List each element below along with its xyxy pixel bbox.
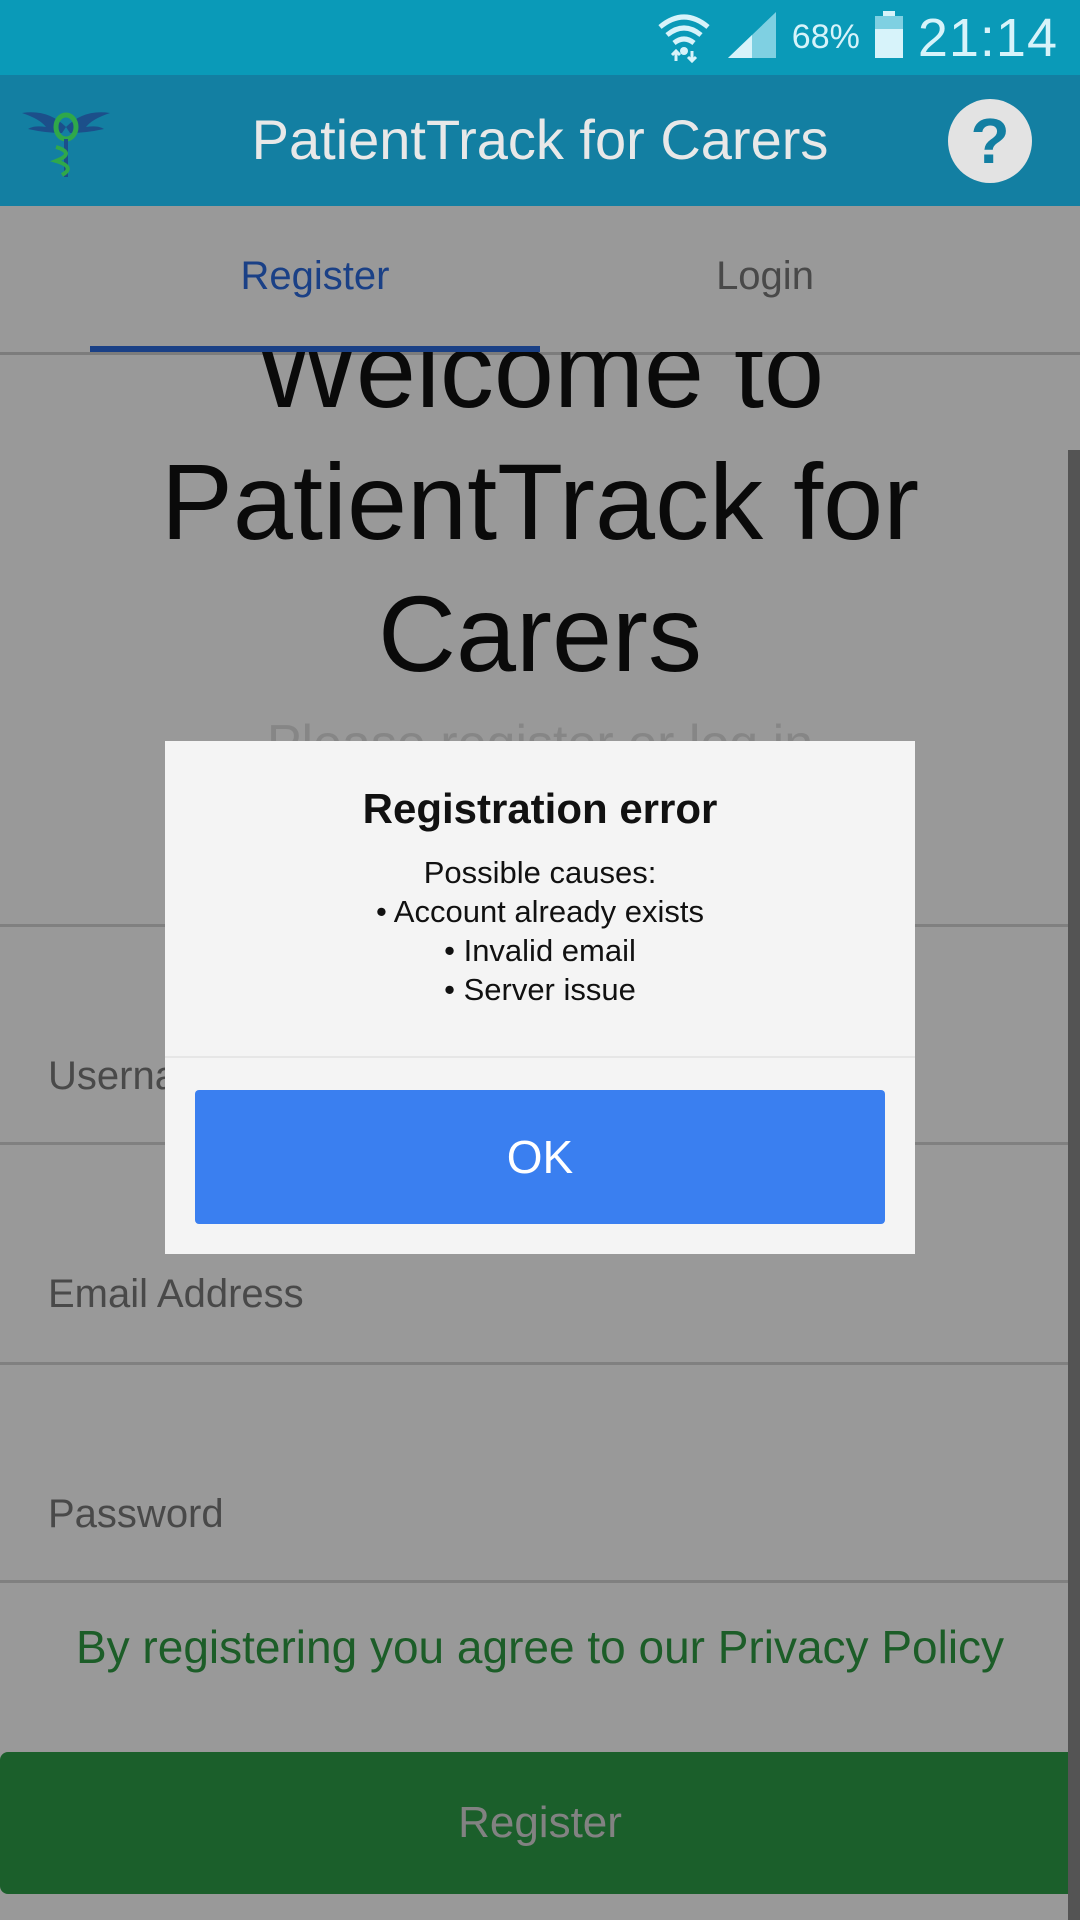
app-title: PatientTrack for Carers — [251, 108, 829, 171]
app-bar: PatientTrack for Carers ? — [0, 75, 1080, 206]
dialog-divider — [165, 1056, 915, 1058]
dialog-line: • Invalid email — [444, 933, 636, 968]
dialog-message: Possible causes: • Account already exist… — [165, 853, 915, 1009]
dialog-line: • Account already exists — [376, 894, 704, 929]
clock: 21:14 — [917, 7, 1058, 68]
wifi-icon — [656, 7, 712, 68]
dialog-line: • Server issue — [444, 972, 636, 1007]
dialog-title: Registration error — [362, 785, 718, 832]
battery-icon — [874, 11, 904, 64]
status-bar: 68% 21:14 — [0, 0, 1080, 75]
status-icons: 68% 21:14 — [656, 0, 1058, 75]
dialog-line: Possible causes: — [423, 855, 657, 890]
ok-button[interactable]: OK — [195, 1090, 885, 1224]
signal-icon — [726, 10, 778, 65]
help-button[interactable]: ? — [948, 99, 1032, 183]
error-dialog: Registration error Possible causes: • Ac… — [165, 741, 915, 1254]
battery-percent: 68% — [791, 18, 860, 56]
